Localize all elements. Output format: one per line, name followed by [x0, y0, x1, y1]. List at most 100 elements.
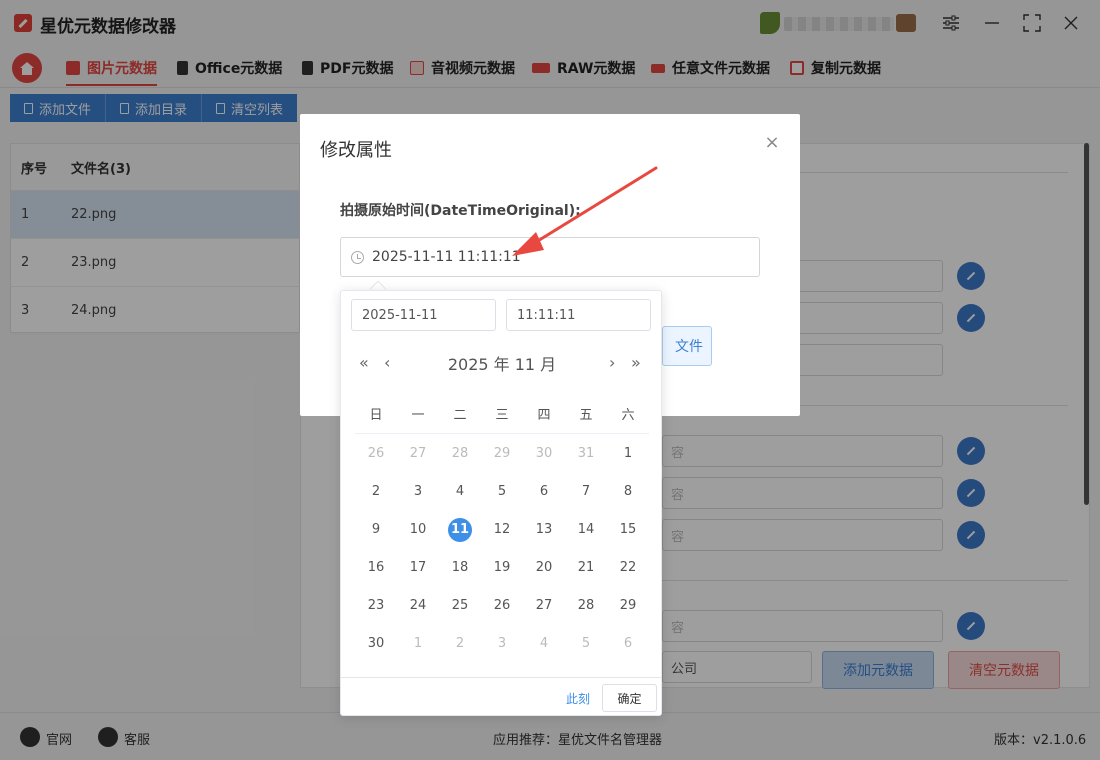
- calendar-day[interactable]: 22: [607, 549, 649, 587]
- calendar-day[interactable]: 14: [565, 511, 607, 549]
- calendar-day[interactable]: 7: [565, 473, 607, 511]
- calendar-week-row: 9 10 11 12 13 14 15: [355, 511, 649, 549]
- day-number: 20: [535, 560, 553, 575]
- calendar-day[interactable]: 1: [607, 435, 649, 473]
- calendar-day[interactable]: 1: [397, 625, 439, 663]
- day-number: 2: [455, 636, 465, 651]
- day-number: 28: [451, 446, 469, 461]
- calendar-day[interactable]: 23: [355, 587, 397, 625]
- calendar-day[interactable]: 25: [439, 587, 481, 625]
- calendar-day[interactable]: 3: [481, 625, 523, 663]
- select-file-button[interactable]: 文件: [662, 326, 712, 366]
- calendar-week-row: 16 17 18 19 20 21 22: [355, 549, 649, 587]
- day-number: 5: [497, 484, 507, 499]
- calendar-day[interactable]: 26: [355, 435, 397, 473]
- day-number: 13: [535, 522, 553, 537]
- calendar-week-row: 23 24 25 26 27 28 29: [355, 587, 649, 625]
- calendar-day[interactable]: 9: [355, 511, 397, 549]
- calendar-day[interactable]: 8: [607, 473, 649, 511]
- calendar-day[interactable]: 19: [481, 549, 523, 587]
- close-icon[interactable]: ×: [762, 132, 782, 153]
- day-number: 4: [455, 484, 465, 499]
- now-button[interactable]: 此刻: [566, 690, 590, 707]
- next-month-icon[interactable]: ›: [609, 353, 615, 372]
- day-number: 29: [493, 446, 511, 461]
- datetime-input[interactable]: 2025-11-11 11:11:11: [340, 237, 760, 277]
- calendar-grid: 26 27 28 29 30 31 1 2 3 4 5 6 7 8 9 10 11 12 13 14 15 16 17 18 1…: [355, 435, 649, 663]
- calendar-day[interactable]: 28: [565, 587, 607, 625]
- calendar-day[interactable]: 13: [523, 511, 565, 549]
- day-number: 5: [581, 636, 591, 651]
- datetime-original-label: 拍摄原始时间(DateTimeOriginal):: [340, 203, 581, 219]
- picker-time-input[interactable]: 11:11:11: [506, 299, 651, 331]
- calendar-day[interactable]: 18: [439, 549, 481, 587]
- calendar-day[interactable]: 15: [607, 511, 649, 549]
- day-number: 6: [539, 484, 549, 499]
- calendar-day[interactable]: 12: [481, 511, 523, 549]
- calendar-day[interactable]: 6: [607, 625, 649, 663]
- date-time-picker: 2025-11-11 11:11:11 « ‹ 2025 年 11 月 › » …: [340, 290, 662, 716]
- next-year-icon[interactable]: »: [631, 353, 641, 372]
- day-number: 10: [409, 522, 427, 537]
- calendar-day[interactable]: 10: [397, 511, 439, 549]
- day-number: 11: [448, 518, 472, 542]
- day-number: 31: [577, 446, 595, 461]
- weekday-label: 二: [453, 408, 467, 423]
- calendar-day[interactable]: 5: [481, 473, 523, 511]
- confirm-button[interactable]: 确定: [602, 684, 657, 712]
- calendar-day[interactable]: 30: [523, 435, 565, 473]
- day-number: 19: [493, 560, 511, 575]
- calendar-day[interactable]: 5: [565, 625, 607, 663]
- picker-date-input[interactable]: 2025-11-11: [351, 299, 496, 331]
- day-number: 26: [493, 598, 511, 613]
- day-number: 15: [619, 522, 637, 537]
- day-number: 28: [577, 598, 595, 613]
- weekday-label: 日: [369, 408, 383, 423]
- calendar-day[interactable]: 17: [397, 549, 439, 587]
- calendar-day[interactable]: 24: [397, 587, 439, 625]
- calendar-day[interactable]: 20: [523, 549, 565, 587]
- day-number: 24: [409, 598, 427, 613]
- day-number: 17: [409, 560, 427, 575]
- calendar-week-row: 26 27 28 29 30 31 1: [355, 435, 649, 473]
- day-number: 12: [493, 522, 511, 537]
- calendar-day[interactable]: 16: [355, 549, 397, 587]
- day-number: 9: [371, 522, 381, 537]
- day-number: 18: [451, 560, 469, 575]
- calendar-day[interactable]: 29: [481, 435, 523, 473]
- clock-icon: [351, 250, 364, 264]
- weekday-label: 一: [411, 408, 425, 423]
- day-number: 22: [619, 560, 637, 575]
- day-number: 3: [413, 484, 423, 499]
- calendar-day[interactable]: 28: [439, 435, 481, 473]
- calendar-day[interactable]: 2: [439, 625, 481, 663]
- calendar-day[interactable]: 29: [607, 587, 649, 625]
- datetime-value: 2025-11-11 11:11:11: [372, 249, 521, 265]
- calendar-day[interactable]: 27: [523, 587, 565, 625]
- day-number: 30: [535, 446, 553, 461]
- calendar-day[interactable]: 4: [523, 625, 565, 663]
- calendar-day[interactable]: 30: [355, 625, 397, 663]
- weekday-divider: [355, 433, 649, 434]
- calendar-day[interactable]: 3: [397, 473, 439, 511]
- day-number: 14: [577, 522, 595, 537]
- weekday-label: 五: [579, 408, 593, 423]
- calendar-week-row: 2 3 4 5 6 7 8: [355, 473, 649, 511]
- calendar-day[interactable]: 31: [565, 435, 607, 473]
- calendar-day[interactable]: 4: [439, 473, 481, 511]
- calendar-day[interactable]: 6: [523, 473, 565, 511]
- day-number: 23: [367, 598, 385, 613]
- weekday-label: 六: [621, 408, 635, 423]
- calendar-day-selected[interactable]: 11: [439, 511, 481, 549]
- calendar-day[interactable]: 26: [481, 587, 523, 625]
- calendar-day[interactable]: 2: [355, 473, 397, 511]
- calendar-day[interactable]: 21: [565, 549, 607, 587]
- day-number: 7: [581, 484, 591, 499]
- calendar-day[interactable]: 27: [397, 435, 439, 473]
- day-number: 8: [623, 484, 633, 499]
- picker-footer: 此刻 确定: [341, 677, 661, 717]
- weekday-label: 四: [537, 408, 551, 423]
- day-number: 1: [623, 446, 633, 461]
- calendar-week-row: 30 1 2 3 4 5 6: [355, 625, 649, 663]
- day-number: 27: [409, 446, 427, 461]
